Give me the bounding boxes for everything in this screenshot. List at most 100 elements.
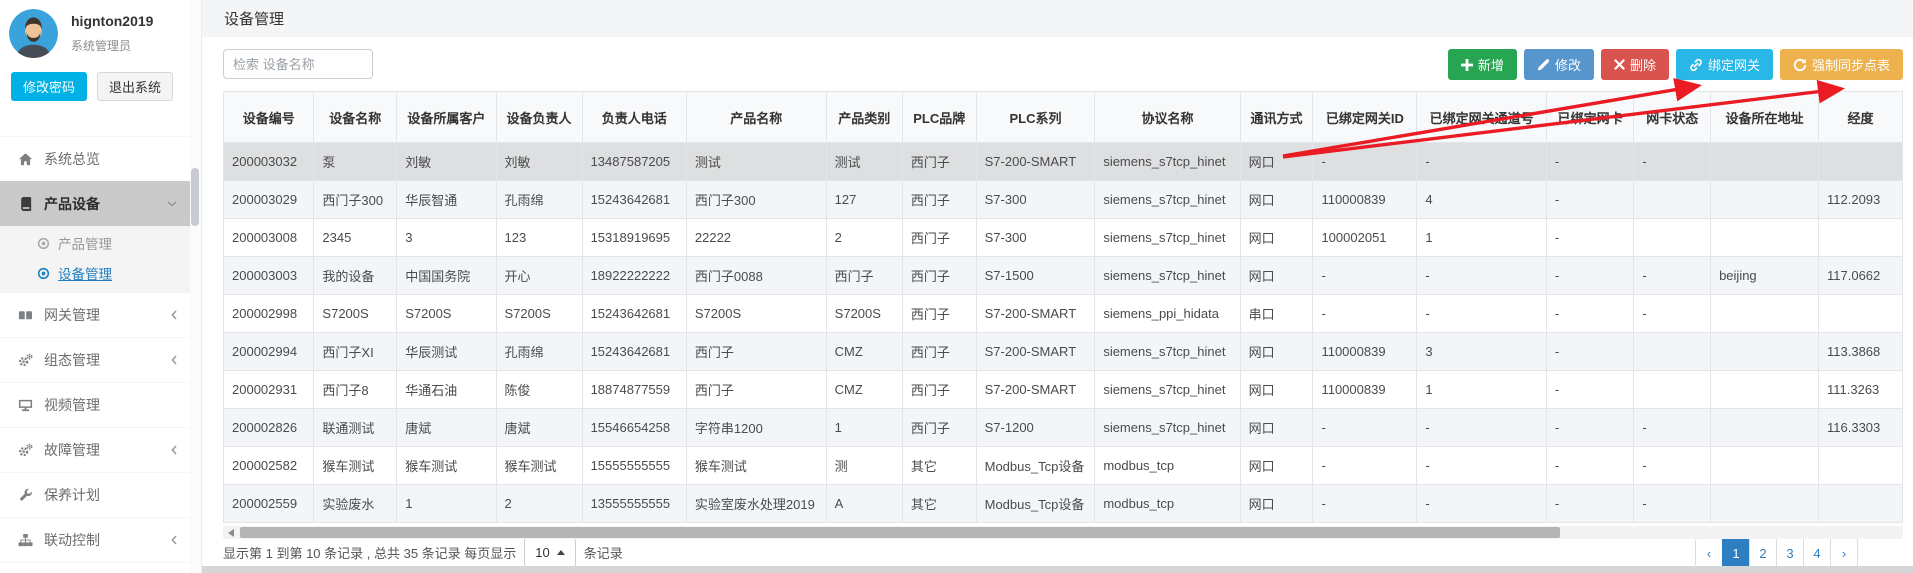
table-cell: S7200S xyxy=(397,295,496,333)
table-cell: siemens_s7tcp_hinet xyxy=(1095,409,1240,447)
table-cell: - xyxy=(1417,485,1547,523)
table-cell: 西门子 xyxy=(902,181,976,219)
table-cell: 200002559 xyxy=(224,485,314,523)
sidebar-scrollbar-thumb[interactable] xyxy=(191,168,199,226)
sidebar: hignton2019 系统管理员 修改密码 退出系统 系统总览产品设备产品管理… xyxy=(0,0,190,573)
table-cell: 18874877559 xyxy=(582,371,686,409)
table-cell: 西门子 xyxy=(902,143,976,181)
pagination-page-4[interactable]: 4 xyxy=(1803,538,1831,566)
table-cell: siemens_s7tcp_hinet xyxy=(1095,371,1240,409)
table-cell: 200002998 xyxy=(224,295,314,333)
table-cell xyxy=(1819,447,1903,485)
sidebar-item-product-device[interactable]: 产品设备 xyxy=(0,181,190,226)
table-cell: 孔雨绵 xyxy=(496,181,582,219)
table-cell: 网口 xyxy=(1240,447,1313,485)
table-cell: 15243642681 xyxy=(582,181,686,219)
table-cell: 1 xyxy=(397,485,496,523)
sidebar-item-message-notice[interactable]: 消息通知 xyxy=(0,562,190,573)
horizontal-scrollbar-thumb[interactable] xyxy=(240,527,1560,538)
table-cell: siemens_s7tcp_hinet xyxy=(1095,143,1240,181)
sidebar-scrollbar[interactable] xyxy=(190,0,202,573)
table-cell: 200003008 xyxy=(224,219,314,257)
horizontal-scrollbar[interactable] xyxy=(223,526,1903,539)
force-sync-points-button[interactable]: 强制同步点表 xyxy=(1780,49,1903,80)
table-cell: S7200S xyxy=(314,295,397,333)
table-cell: - xyxy=(1546,409,1634,447)
table-cell: 字符串1200 xyxy=(686,409,826,447)
table-cell: 测 xyxy=(826,447,902,485)
table-cell: 网口 xyxy=(1240,257,1313,295)
sidebar-item-linkage-control[interactable]: 联动控制 xyxy=(0,517,190,562)
sidebar-item-product-management[interactable]: 产品管理 xyxy=(0,228,190,258)
sidebar-item-gateway-management[interactable]: 网关管理 xyxy=(0,292,190,337)
change-password-button[interactable]: 修改密码 xyxy=(11,72,87,101)
add-button[interactable]: 新增 xyxy=(1448,49,1517,80)
table-row[interactable]: 200003003我的设备中国国务院开心18922222222西门子0088西门… xyxy=(224,257,1903,295)
pagination-page-2[interactable]: 2 xyxy=(1749,538,1777,566)
sidebar-submenu: 产品管理设备管理 xyxy=(0,226,190,292)
delete-button[interactable]: 删除 xyxy=(1601,49,1669,80)
pagination-next[interactable]: › xyxy=(1830,538,1858,566)
bind-gateway-button[interactable]: 绑定网关 xyxy=(1676,49,1773,80)
table-cell xyxy=(1711,181,1819,219)
chevron-left-icon xyxy=(171,445,177,455)
table-row[interactable]: 200002582猴车测试猴车测试猴车测试15555555555猴车测试测其它M… xyxy=(224,447,1903,485)
table-cell: 联通测试 xyxy=(314,409,397,447)
table-cell: modbus_tcp xyxy=(1095,485,1240,523)
table-row[interactable]: 200002994西门子XI华辰测试孔雨绵15243642681西门子CMZ西门… xyxy=(224,333,1903,371)
table-cell: 网口 xyxy=(1240,485,1313,523)
table-cell: 其它 xyxy=(902,447,976,485)
scroll-left-arrow-icon[interactable] xyxy=(228,529,234,537)
page-title: 设备管理 xyxy=(224,8,284,29)
sitemap-icon xyxy=(17,533,34,548)
table-cell: 西门子 xyxy=(902,371,976,409)
table-cell: - xyxy=(1313,143,1417,181)
table-cell: 110000839 xyxy=(1313,333,1417,371)
table-cell: 陈俊 xyxy=(496,371,582,409)
page-size-dropdown[interactable]: 10 xyxy=(524,538,575,566)
table-cell: - xyxy=(1634,447,1711,485)
table-cell: 113.3868 xyxy=(1819,333,1903,371)
table-row[interactable]: 2000030082345312315318919695222222西门子S7-… xyxy=(224,219,1903,257)
pagination-prev[interactable]: ‹ xyxy=(1695,538,1723,566)
sidebar-item-maintenance-plan[interactable]: 保养计划 xyxy=(0,472,190,517)
table-cell: 2 xyxy=(826,219,902,257)
table-cell: S7-200-SMART xyxy=(976,295,1095,333)
table-row[interactable]: 200002998S7200SS7200SS7200S15243642681S7… xyxy=(224,295,1903,333)
toolbar: 新增修改删除绑定网关强制同步点表 xyxy=(223,49,1903,91)
sidebar-item-scada-management[interactable]: 组态管理 xyxy=(0,337,190,382)
table-row[interactable]: 200003032泵刘敏刘敏13487587205测试测试西门子S7-200-S… xyxy=(224,143,1903,181)
table-cell: 孔雨绵 xyxy=(496,333,582,371)
table-cell: 西门子300 xyxy=(686,181,826,219)
pagination-page-3[interactable]: 3 xyxy=(1776,538,1804,566)
pagination-page-1[interactable]: 1 xyxy=(1722,538,1750,566)
logout-button[interactable]: 退出系统 xyxy=(97,72,173,101)
sidebar-item-system-overview[interactable]: 系统总览 xyxy=(0,136,190,181)
x-icon xyxy=(1614,59,1625,70)
table-row[interactable]: 200003029西门子300华辰智通孔雨绵15243642681西门子3001… xyxy=(224,181,1903,219)
edit-button[interactable]: 修改 xyxy=(1524,49,1594,80)
table-cell: 15546654258 xyxy=(582,409,686,447)
table-row[interactable]: 200002826联通测试唐斌唐斌15546654258字符串12001西门子S… xyxy=(224,409,1903,447)
table-cell xyxy=(1711,143,1819,181)
table-row[interactable]: 200002931西门子8华通石油陈俊18874877559西门子CMZ西门子S… xyxy=(224,371,1903,409)
column-header: 产品名称 xyxy=(686,92,826,143)
book-icon xyxy=(17,197,34,211)
table-cell: 猴车测试 xyxy=(686,447,826,485)
sidebar-item-device-management[interactable]: 设备管理 xyxy=(0,258,190,288)
sidebar-item-video-management[interactable]: 视频管理 xyxy=(0,382,190,427)
table-cell: 网口 xyxy=(1240,409,1313,447)
sidebar-item-fault-management[interactable]: 故障管理 xyxy=(0,427,190,472)
table-cell: 200002826 xyxy=(224,409,314,447)
table-cell xyxy=(1819,143,1903,181)
table-cell: 华通石油 xyxy=(397,371,496,409)
table-cell: S7200S xyxy=(686,295,826,333)
table-cell: - xyxy=(1417,257,1547,295)
table-cell: 实验室废水处理2019 xyxy=(686,485,826,523)
table-cell xyxy=(1711,371,1819,409)
pencil-icon xyxy=(1537,58,1550,71)
table-cell: 西门子 xyxy=(902,257,976,295)
table-row[interactable]: 200002559实验废水1213555555555实验室废水处理2019A其它… xyxy=(224,485,1903,523)
table-cell: - xyxy=(1546,143,1634,181)
search-input[interactable] xyxy=(223,49,373,79)
